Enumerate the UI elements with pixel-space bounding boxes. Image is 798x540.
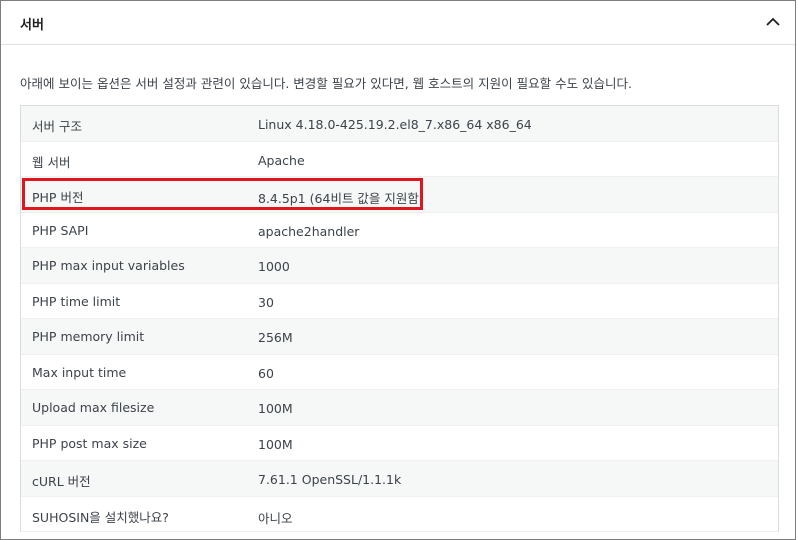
server-info-panel: 서버 아래에 보이는 옵션은 서버 설정과 관련이 있습니다. 변경할 필요가 … bbox=[0, 0, 796, 540]
panel-title: 서버 bbox=[20, 18, 44, 33]
table-row: Max input time 60 bbox=[21, 354, 778, 390]
row-value: 7.61.1 OpenSSL/1.1.1k bbox=[258, 472, 402, 487]
row-value: Linux 4.18.0-425.19.2.el8_7.x86_64 x86_6… bbox=[258, 117, 532, 132]
table-row: PHP max input variables 1000 bbox=[21, 248, 778, 284]
row-label: PHP 버전 bbox=[32, 190, 84, 205]
row-value: 100M bbox=[258, 436, 293, 452]
panel-header[interactable]: 서버 bbox=[1, 1, 795, 45]
row-value: 100M bbox=[258, 401, 293, 416]
table-row: PHP SAPI apache2handler bbox=[21, 212, 778, 248]
table-row: PHP time limit 30 bbox=[21, 283, 778, 319]
table-row: 웹 서버 Apache bbox=[21, 141, 778, 177]
table-row: SUHOSIN을 설치했나요? 아니오 bbox=[21, 496, 778, 532]
server-info-table: 서버 구조 Linux 4.18.0-425.19.2.el8_7.x86_64… bbox=[20, 105, 779, 532]
panel-description: 아래에 보이는 옵션은 서버 설정과 관련이 있습니다. 변경할 필요가 있다면… bbox=[20, 76, 633, 91]
row-value: 아니오 bbox=[258, 510, 293, 526]
row-value: Apache bbox=[258, 152, 305, 168]
table-row: Upload max filesize 100M bbox=[21, 390, 778, 426]
chevron-up-icon[interactable] bbox=[761, 10, 785, 34]
row-label: PHP max input variables bbox=[32, 258, 185, 273]
row-label: 서버 구조 bbox=[32, 119, 82, 134]
row-value: apache2handler bbox=[258, 223, 360, 239]
row-label: Upload max filesize bbox=[32, 400, 155, 415]
row-label: SUHOSIN을 설치했나요? bbox=[32, 509, 169, 525]
table-row: 서버 구조 Linux 4.18.0-425.19.2.el8_7.x86_64… bbox=[21, 106, 778, 142]
row-value: 30 bbox=[258, 294, 274, 310]
row-value: 60 bbox=[258, 365, 274, 381]
row-label: PHP memory limit bbox=[32, 329, 145, 344]
row-label: Max input time bbox=[32, 364, 127, 380]
row-label: PHP time limit bbox=[32, 293, 121, 309]
table-row: PHP post max size 100M bbox=[21, 425, 778, 461]
row-label: PHP SAPI bbox=[32, 222, 89, 238]
row-label: cURL 버전 bbox=[32, 474, 91, 489]
row-value: 256M bbox=[258, 330, 293, 345]
row-value: 1000 bbox=[258, 259, 290, 274]
row-value: 8.4.5p1 (64비트 값을 지원함) bbox=[258, 191, 424, 206]
table-row: PHP 버전 8.4.5p1 (64비트 값을 지원함) bbox=[21, 177, 778, 213]
table-row: cURL 버전 7.61.1 OpenSSL/1.1.1k bbox=[21, 461, 778, 497]
table-row: PHP memory limit 256M bbox=[21, 319, 778, 355]
row-label: 웹 서버 bbox=[32, 154, 71, 170]
row-label: PHP post max size bbox=[32, 435, 147, 451]
